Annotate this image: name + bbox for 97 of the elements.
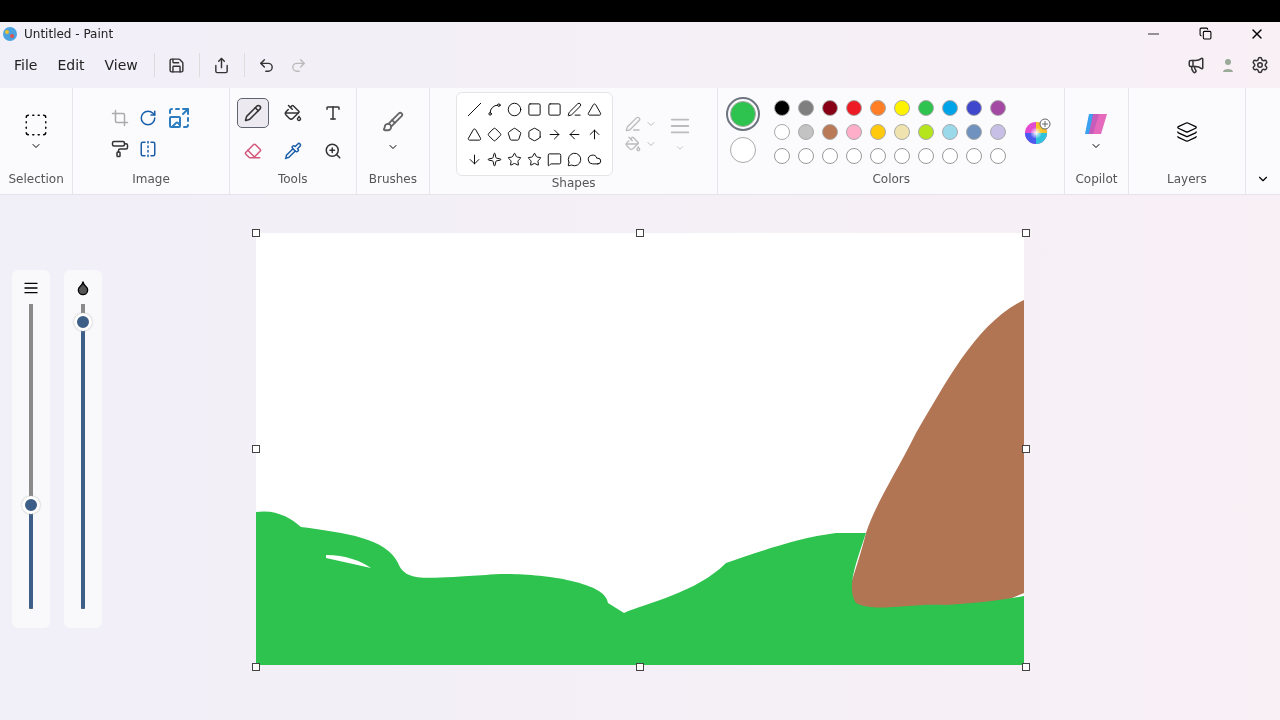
group-label: Selection xyxy=(8,172,64,188)
color-swatch[interactable] xyxy=(942,100,959,116)
resize-handle[interactable] xyxy=(1022,663,1030,671)
save-icon xyxy=(168,56,186,74)
shape-icon[interactable] xyxy=(487,126,503,142)
pencil-tool[interactable] xyxy=(236,98,269,128)
shape-icon[interactable] xyxy=(487,101,503,117)
resize-handle[interactable] xyxy=(636,663,644,671)
minimize-icon xyxy=(1147,32,1159,35)
eraser-icon xyxy=(243,142,262,160)
rotate-icon[interactable] xyxy=(139,109,157,127)
color-swatch[interactable] xyxy=(966,124,983,140)
color-swatch[interactable] xyxy=(846,124,863,140)
pencil-icon xyxy=(243,104,262,122)
shape-icon[interactable] xyxy=(467,151,483,167)
window-title: Untitled - Paint xyxy=(24,26,115,41)
resize-handle[interactable] xyxy=(1022,229,1030,237)
group-label: Layers xyxy=(1167,172,1207,188)
custom-color-slot[interactable] xyxy=(966,148,983,164)
shape-icon[interactable] xyxy=(587,151,603,167)
group-label: Tools xyxy=(277,172,308,188)
undo-icon xyxy=(258,56,276,74)
shape-icon[interactable] xyxy=(507,151,523,167)
group-label: Shapes xyxy=(551,176,596,192)
shape-icon[interactable] xyxy=(587,126,603,142)
resize-handle[interactable] xyxy=(1022,445,1030,453)
shape-icon[interactable] xyxy=(527,126,543,142)
resize-handle[interactable] xyxy=(252,663,260,671)
shape-icon[interactable] xyxy=(507,101,523,117)
menu-item[interactable]: File xyxy=(4,51,48,79)
flip-icon[interactable] xyxy=(139,140,157,158)
shape-icon[interactable] xyxy=(547,126,563,142)
menu-item[interactable]: Edit xyxy=(47,51,95,79)
stroke-size-icon xyxy=(23,280,39,296)
color-swatch[interactable] xyxy=(990,100,1007,116)
current-color[interactable] xyxy=(730,137,757,163)
opacity-icon xyxy=(75,280,91,296)
group-label: Image xyxy=(132,172,170,188)
color-swatch[interactable] xyxy=(870,100,887,116)
fill-icon xyxy=(283,104,302,122)
custom-color-slot[interactable] xyxy=(870,148,887,164)
brush-icon[interactable] xyxy=(381,111,404,133)
color-swatch[interactable] xyxy=(822,124,839,140)
settings-icon xyxy=(1251,56,1269,74)
custom-color-slot[interactable] xyxy=(918,148,935,164)
shape-icon[interactable] xyxy=(487,151,503,167)
resize-icon[interactable] xyxy=(167,106,191,130)
resize-handle[interactable] xyxy=(252,229,260,237)
shape-icon[interactable] xyxy=(467,101,483,117)
redo-icon xyxy=(290,56,308,74)
color-swatch[interactable] xyxy=(918,100,935,116)
color-swatch[interactable] xyxy=(774,124,791,140)
resize-handle[interactable] xyxy=(252,445,260,453)
color-swatch[interactable] xyxy=(798,124,815,140)
group-label: Colors xyxy=(872,172,911,188)
custom-color-slot[interactable] xyxy=(894,148,911,164)
menu-item[interactable]: View xyxy=(94,51,148,79)
avatar-icon xyxy=(1220,57,1236,73)
color-swatch[interactable] xyxy=(990,124,1007,140)
slider-thumb[interactable] xyxy=(74,312,92,331)
shape-icon[interactable] xyxy=(467,126,483,142)
color-swatch[interactable] xyxy=(870,124,887,140)
color-swatch[interactable] xyxy=(774,100,791,116)
color-swatch[interactable] xyxy=(918,124,935,140)
shape-icon[interactable] xyxy=(587,101,603,117)
shape-icon[interactable] xyxy=(567,151,583,167)
picker-icon xyxy=(283,142,302,160)
color-swatch[interactable] xyxy=(894,124,911,140)
app-logo xyxy=(2,25,18,42)
share-icon xyxy=(213,56,231,74)
custom-color-slot[interactable] xyxy=(798,148,815,164)
custom-color-slot[interactable] xyxy=(774,148,791,164)
shape-icon[interactable] xyxy=(567,126,583,142)
text-icon xyxy=(323,104,342,122)
shape-icon[interactable] xyxy=(567,101,583,117)
color-wheel-icon[interactable] xyxy=(1024,118,1053,146)
shape-icon[interactable] xyxy=(527,151,543,167)
restore-icon xyxy=(1198,27,1212,40)
custom-color-slot[interactable] xyxy=(822,148,839,164)
color-swatch[interactable] xyxy=(966,100,983,116)
color-swatch[interactable] xyxy=(798,100,815,116)
group-label: Copilot xyxy=(1075,172,1118,188)
resize-handle[interactable] xyxy=(636,229,644,237)
shape-icon[interactable] xyxy=(507,126,523,142)
magnifier-icon xyxy=(323,142,342,160)
color-swatch[interactable] xyxy=(894,100,911,116)
megaphone-icon xyxy=(1187,56,1205,74)
group-label: Brushes xyxy=(368,172,417,188)
color-swatch[interactable] xyxy=(822,100,839,116)
shape-icon[interactable] xyxy=(547,151,563,167)
custom-color-slot[interactable] xyxy=(990,148,1007,164)
slider-thumb[interactable] xyxy=(22,496,40,515)
color-swatch[interactable] xyxy=(846,100,863,116)
custom-color-slot[interactable] xyxy=(846,148,863,164)
layers-icon[interactable] xyxy=(1175,121,1198,143)
color-swatch[interactable] xyxy=(942,124,959,140)
custom-color-slot[interactable] xyxy=(942,148,959,164)
